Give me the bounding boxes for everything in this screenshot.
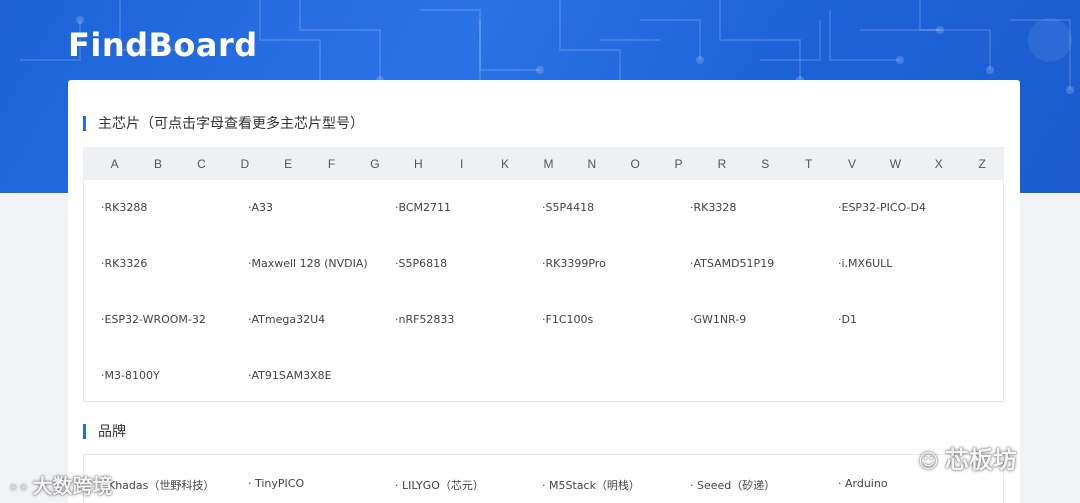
brand-list: · Khadas（世野科技） · TinyPICO · LILYGO（芯元） ·… xyxy=(83,454,1004,503)
brand-section-title-text: 品牌 xyxy=(98,424,126,440)
wechat-icon: ☺ xyxy=(918,449,939,473)
letter-z[interactable]: Z xyxy=(961,157,1004,171)
letter-b[interactable]: B xyxy=(136,157,179,171)
letter-h[interactable]: H xyxy=(397,157,440,171)
alphabet-filter: A B C D E F G H I K M N O P R S T V W X … xyxy=(83,147,1004,180)
chip-link[interactable]: ·RK3399Pro xyxy=(542,257,606,270)
chip-link[interactable]: ·M3-8100Y xyxy=(101,369,160,382)
chip-list: ·RK3288 ·A33 ·BCM2711 ·S5P4418 ·RK3328 ·… xyxy=(83,180,1004,402)
chip-link[interactable]: ·S5P6818 xyxy=(395,257,447,270)
chip-link[interactable]: ·A33 xyxy=(248,201,273,214)
chip-link[interactable]: ·ATmega32U4 xyxy=(248,313,325,326)
letter-d[interactable]: D xyxy=(223,157,266,171)
chip-link[interactable]: ·RK3288 xyxy=(101,201,147,214)
brand-link[interactable]: · LILYGO（芯元） xyxy=(395,477,484,493)
title-accent-bar xyxy=(83,115,86,131)
letter-k[interactable]: K xyxy=(483,157,526,171)
chip-link[interactable]: ·ESP32-PICO-D4 xyxy=(838,201,926,214)
chip-link[interactable]: ·Maxwell 128 (NVDIA) xyxy=(248,257,368,270)
watermark-right-text: 芯板坊 xyxy=(944,446,1017,474)
chip-section-title-text: 主芯片（可点击字母查看更多主芯片型号） xyxy=(98,116,364,132)
chip-link[interactable]: ·ESP32-WROOM-32 xyxy=(101,313,206,326)
letter-w[interactable]: W xyxy=(874,157,917,171)
letter-s[interactable]: S xyxy=(744,157,787,171)
letter-i[interactable]: I xyxy=(440,157,483,171)
letter-a[interactable]: A xyxy=(93,157,136,171)
letter-v[interactable]: V xyxy=(830,157,873,171)
chip-section-title: 主芯片（可点击字母查看更多主芯片型号） xyxy=(83,113,364,133)
chip-link[interactable]: ·S5P4418 xyxy=(542,201,594,214)
watermark-icon: ◦◦ xyxy=(8,478,29,497)
chip-link[interactable]: ·i.MX6ULL xyxy=(838,257,892,270)
chip-link[interactable]: ·D1 xyxy=(838,313,857,326)
content-card: 主芯片（可点击字母查看更多主芯片型号） A B C D E F G H I K … xyxy=(68,80,1020,503)
watermark-left-text: 大数跨境 xyxy=(32,474,113,498)
chip-link[interactable]: ·GW1NR-9 xyxy=(690,313,746,326)
letter-n[interactable]: N xyxy=(570,157,613,171)
letter-t[interactable]: T xyxy=(787,157,830,171)
letter-e[interactable]: E xyxy=(267,157,310,171)
brand-link[interactable]: · TinyPICO xyxy=(248,477,304,490)
letter-x[interactable]: X xyxy=(917,157,960,171)
title-accent-bar xyxy=(83,423,86,439)
logo[interactable]: FindBoard xyxy=(68,26,258,64)
letter-r[interactable]: R xyxy=(700,157,743,171)
chip-link[interactable]: ·RK3326 xyxy=(101,257,147,270)
brand-link[interactable]: · Khadas（世野科技） xyxy=(101,477,214,493)
brand-link[interactable]: · Seeed（矽递） xyxy=(690,477,775,493)
letter-m[interactable]: M xyxy=(527,157,570,171)
brand-section-title: 品牌 xyxy=(83,421,126,441)
chip-link[interactable]: ·RK3328 xyxy=(690,201,736,214)
letter-f[interactable]: F xyxy=(310,157,353,171)
chip-link[interactable]: ·F1C100s xyxy=(542,313,593,326)
watermark-left: ◦◦ 大数跨境 xyxy=(8,470,112,499)
brand-link[interactable]: · Arduino xyxy=(838,477,888,490)
brand-link[interactable]: · M5Stack（明栈） xyxy=(542,477,640,493)
chip-link[interactable]: ·nRF52833 xyxy=(395,313,454,326)
chip-link[interactable]: ·BCM2711 xyxy=(395,201,451,214)
letter-o[interactable]: O xyxy=(614,157,657,171)
letter-g[interactable]: G xyxy=(353,157,396,171)
chip-link[interactable]: ·AT91SAM3X8E xyxy=(248,369,332,382)
watermark-right: ☺ 芯板坊 xyxy=(918,440,1017,475)
chip-link[interactable]: ·ATSAMD51P19 xyxy=(690,257,774,270)
letter-p[interactable]: P xyxy=(657,157,700,171)
letter-c[interactable]: C xyxy=(180,157,223,171)
